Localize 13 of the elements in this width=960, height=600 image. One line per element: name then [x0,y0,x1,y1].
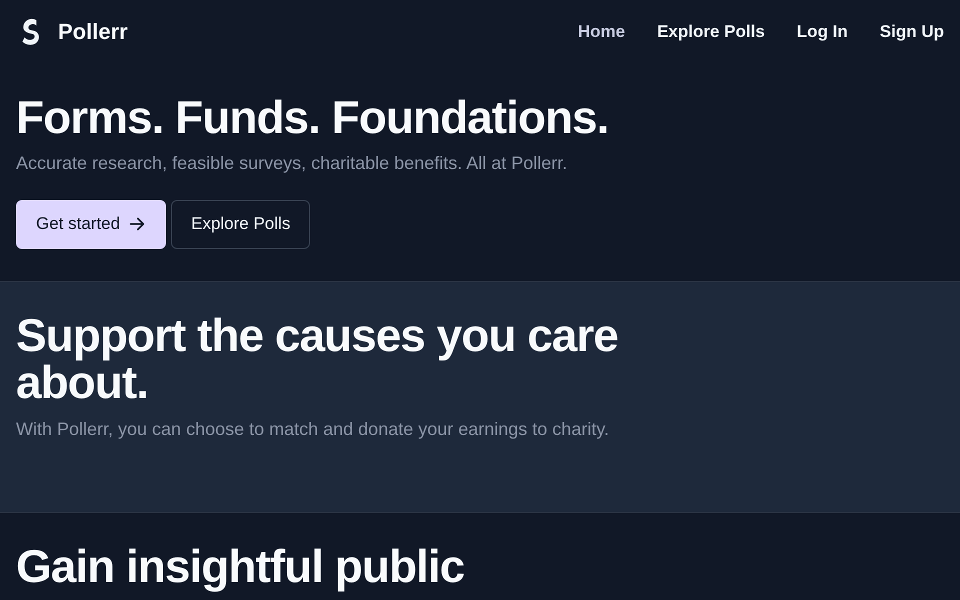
nav-link[interactable]: Sign Up [880,22,944,42]
get-started-button[interactable]: Get started [16,200,166,249]
nav-link[interactable]: Home [578,22,626,42]
section-heading: Gain insightful public [16,542,466,590]
brand-name: Pollerr [58,19,128,45]
nav-link[interactable]: Explore Polls [657,22,765,42]
arrow-right-icon [128,215,146,234]
section-heading: Support the causes you care about. [16,312,619,406]
hero-heading: Forms. Funds. Foundations. [16,92,610,143]
section-text: With Pollerr, you can choose to match and donate your earnings to charity. [16,419,610,440]
nav-link[interactable]: Log In [796,22,848,42]
hero-subtitle: Accurate research, feasible surveys, charitable benefits. All at Pollerr. [16,152,568,174]
explore-polls-button[interactable]: Explore Polls [171,200,310,249]
